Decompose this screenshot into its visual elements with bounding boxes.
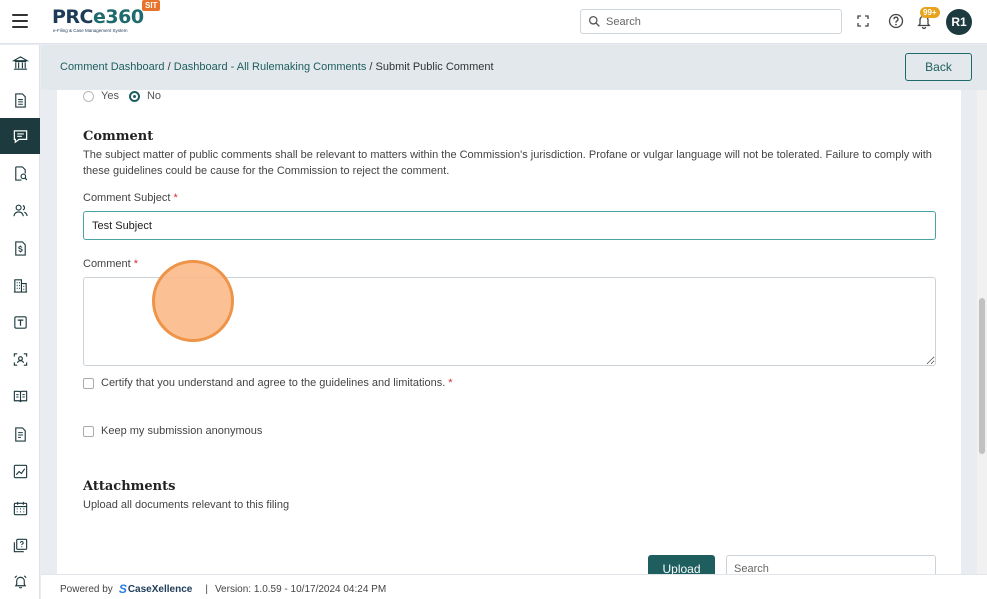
sidebar-item-scan[interactable]: [0, 341, 40, 377]
search-icon: [588, 15, 600, 27]
bank-icon: [11, 55, 29, 70]
top-header: PRCe360 e-Filing & Case Management Syste…: [0, 0, 987, 44]
certify-label: Certify that you understand and agree to…: [101, 377, 446, 389]
breadcrumb-comment-dashboard[interactable]: Comment Dashboard: [60, 61, 165, 73]
sidebar-item-calendar[interactable]: [0, 490, 40, 526]
comment-label: Comment *: [83, 258, 138, 270]
comment-subject-input[interactable]: [83, 211, 936, 240]
scan-user-icon: [13, 352, 27, 366]
attachments-search-input[interactable]: [726, 555, 936, 574]
file-lines-icon: [14, 426, 26, 442]
click-indicator: [152, 260, 234, 342]
sidebar-item-text[interactable]: [0, 304, 40, 340]
anonymous-row: Keep my submission anonymous: [83, 425, 262, 437]
sidebar-item-documents[interactable]: [0, 82, 40, 118]
users-icon: [12, 204, 28, 216]
sidebar-item-reports[interactable]: [0, 453, 40, 489]
breadcrumb: Comment Dashboard / Dashboard - All Rule…: [60, 61, 494, 73]
casexellence-logo: S CaseXellence: [119, 582, 193, 596]
required-asterisk: *: [173, 192, 178, 204]
radio-yes-label: Yes: [101, 90, 119, 102]
breadcrumb-all-rulemaking-comments[interactable]: Dashboard - All Rulemaking Comments: [174, 61, 367, 73]
logo-text: PRCe360: [52, 6, 144, 28]
comment-section-title: Comment: [83, 129, 154, 144]
breadcrumb-bar: Comment Dashboard / Dashboard - All Rule…: [41, 45, 987, 90]
copy-help-icon: [13, 538, 27, 552]
comment-subject-label: Comment Subject *: [83, 192, 178, 204]
fullscreen-icon[interactable]: [854, 12, 872, 30]
scrollbar-thumb[interactable]: [979, 298, 985, 454]
sidebar-item-help-docs[interactable]: [0, 527, 40, 563]
sidebar-nav: [0, 45, 40, 599]
user-avatar[interactable]: R1: [946, 9, 972, 35]
attachments-description: Upload all documents relevant to this fi…: [83, 499, 290, 511]
breadcrumb-separator: /: [167, 61, 171, 73]
comment-label-text: Comment: [83, 258, 131, 270]
comment-subject-label-text: Comment Subject: [83, 192, 171, 204]
building-icon: [13, 278, 27, 293]
help-icon[interactable]: [887, 12, 905, 30]
radio-yes[interactable]: [83, 90, 94, 102]
document-search-icon: [14, 165, 27, 181]
version-text: Version: 1.0.59 - 10/17/2024 04:24 PM: [214, 583, 387, 595]
anonymous-checkbox[interactable]: [83, 425, 94, 437]
search-input[interactable]: [606, 13, 836, 30]
radio-no[interactable]: [128, 90, 140, 102]
radio-no-label: No: [146, 90, 162, 102]
breadcrumb-current-page: Submit Public Comment: [375, 61, 494, 73]
yes-no-radio-group: Yes No: [83, 90, 171, 102]
sidebar-item-users[interactable]: [0, 192, 40, 228]
certify-row: Certify that you understand and agree to…: [83, 377, 453, 389]
attachments-section-title: Attachments: [83, 479, 176, 494]
footer-separator: |: [205, 583, 208, 595]
comment-guidelines-text: The subject matter of public comments sh…: [83, 149, 932, 177]
alarm-icon: [13, 574, 27, 588]
powered-by-text: Powered by: [60, 583, 113, 595]
anonymous-label: Keep my submission anonymous: [101, 425, 263, 437]
chart-icon: [13, 464, 27, 478]
upload-button[interactable]: Upload: [648, 555, 715, 574]
global-search: [580, 9, 842, 34]
certify-checkbox[interactable]: [83, 377, 94, 389]
back-button[interactable]: Back: [905, 53, 972, 81]
sidebar-item-fees[interactable]: [0, 230, 40, 266]
text-box-icon: [13, 315, 27, 329]
logo-subtitle: e-Filing & Case Management System: [53, 28, 128, 33]
notification-badge: 99+: [920, 7, 940, 18]
footer-content: Powered by S CaseXellence | Version: 1.0.…: [60, 582, 386, 596]
sidebar-item-filings[interactable]: [0, 416, 40, 452]
document-icon: [14, 92, 26, 108]
book-open-icon: [13, 390, 27, 402]
calendar-icon: [13, 501, 27, 515]
comment-icon: [13, 129, 27, 143]
footer: Powered by S CaseXellence | Version: 1.0.…: [41, 574, 987, 599]
dollar-document-icon: [14, 240, 26, 256]
brand-name: CaseXellence: [127, 583, 193, 595]
hamburger-menu-icon[interactable]: [12, 14, 28, 28]
sidebar-item-organizations[interactable]: [0, 267, 40, 303]
casexellence-s-icon: S: [118, 582, 127, 596]
sidebar-item-search-documents[interactable]: [0, 155, 40, 191]
breadcrumb-separator: /: [369, 61, 373, 73]
sidebar-item-comments[interactable]: [0, 118, 40, 154]
required-asterisk: *: [448, 377, 453, 389]
sidebar-item-library[interactable]: [0, 378, 40, 414]
sidebar-item-bank[interactable]: [0, 45, 40, 81]
env-badge: SIT: [142, 0, 161, 11]
sidebar-item-alerts[interactable]: [0, 563, 40, 599]
required-asterisk: *: [133, 258, 139, 270]
